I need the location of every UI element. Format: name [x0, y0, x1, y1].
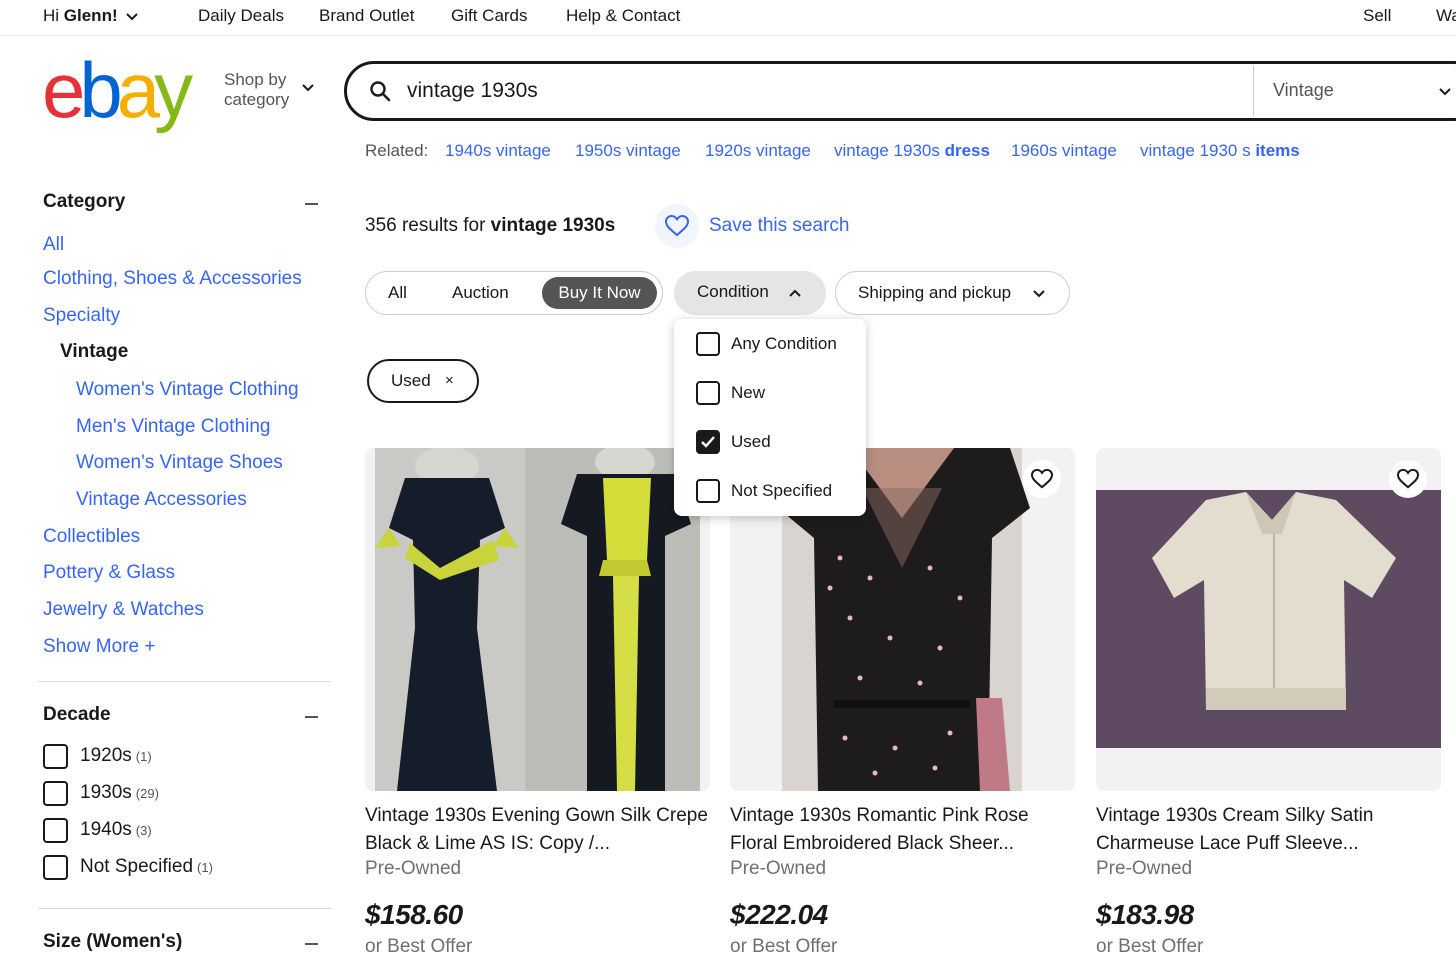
search-input[interactable]: vintage 1930s	[407, 79, 538, 103]
checkbox-checked[interactable]	[696, 430, 720, 454]
search-icon	[370, 81, 391, 102]
ebay-logo[interactable]: ebay	[42, 50, 193, 130]
listing-best-offer: or Best Offer	[730, 936, 838, 957]
subcategory-link[interactable]: Men's Vintage Clothing	[76, 416, 270, 438]
chevron-down-icon	[302, 84, 314, 92]
applied-filter-chip[interactable]: Used ×	[367, 359, 479, 403]
chevron-down-icon	[1033, 290, 1045, 298]
category-link[interactable]: Collectibles	[43, 526, 140, 548]
listing-price: $183.98	[1096, 899, 1194, 930]
format-all[interactable]: All	[388, 283, 407, 303]
blouse-photo	[1096, 490, 1441, 748]
format-buy-it-now[interactable]: Buy It Now	[542, 277, 657, 309]
collapse-decade-button[interactable]	[305, 716, 318, 718]
heart-icon	[665, 215, 689, 237]
related-link[interactable]: vintage 1930 s items	[1140, 141, 1300, 161]
chevron-down-icon	[1439, 88, 1451, 96]
close-icon[interactable]: ×	[445, 372, 454, 389]
category-heading: Category	[43, 191, 126, 212]
heart-icon	[1031, 469, 1053, 489]
listing-condition: Pre-Owned	[730, 858, 827, 879]
add-to-watchlist-button[interactable]	[1023, 460, 1061, 498]
dress-photo	[375, 448, 700, 791]
buying-format-toggle: All Auction Buy It Now	[365, 271, 663, 315]
listing-condition: Pre-Owned	[1096, 858, 1193, 879]
watchlist-link[interactable]: Wa	[1436, 6, 1456, 26]
subcategory-link[interactable]: Women's Vintage Clothing	[76, 379, 299, 401]
listing-image[interactable]	[1096, 448, 1441, 791]
related-link[interactable]: 1950s vintage	[575, 141, 681, 161]
listing-title[interactable]: Vintage 1930s Cream Silky Satin Charmeus…	[1096, 802, 1441, 858]
sidebar-divider	[38, 681, 331, 682]
sell-link[interactable]: Sell	[1363, 6, 1391, 26]
category-select[interactable]: Vintage	[1273, 80, 1334, 101]
search-bar[interactable]: vintage 1930s Vintage	[344, 61, 1456, 121]
listing-title[interactable]: Vintage 1930s Evening Gown Silk Crepe Bl…	[365, 802, 710, 858]
account-greeting[interactable]: Hi Glenn!	[43, 6, 139, 26]
listing-best-offer: or Best Offer	[365, 936, 473, 957]
results-count: 356 results for vintage 1930s	[365, 215, 616, 236]
listing-image[interactable]	[365, 448, 710, 791]
show-more-link[interactable]: Show More +	[43, 636, 155, 658]
help-contact-link[interactable]: Help & Contact	[566, 6, 680, 26]
condition-filter-button[interactable]: Condition	[674, 271, 826, 315]
brand-outlet-link[interactable]: Brand Outlet	[319, 6, 414, 26]
subcategory-link[interactable]: Vintage Accessories	[76, 489, 247, 511]
related-link[interactable]: 1960s vintage	[1011, 141, 1117, 161]
global-header-bar: Hi Glenn! Daily Deals Brand Outlet Gift …	[0, 0, 1456, 36]
checkbox[interactable]	[696, 381, 720, 405]
shop-by-line1: Shop by	[224, 70, 287, 89]
shipping-filter-button[interactable]: Shipping and pickup	[835, 271, 1070, 315]
checkbox[interactable]	[43, 781, 68, 806]
collapse-category-button[interactable]	[305, 203, 318, 205]
search-divider	[1253, 66, 1254, 116]
greeting-prefix: Hi	[43, 6, 64, 25]
shop-by-line2: category	[224, 90, 290, 109]
listing-price: $158.60	[365, 899, 463, 930]
sidebar-divider	[38, 908, 331, 909]
save-search-link[interactable]: Save this search	[709, 215, 849, 237]
category-specialty-link[interactable]: Specialty	[43, 305, 120, 327]
decade-heading: Decade	[43, 704, 111, 725]
listing-price: $222.04	[730, 899, 828, 930]
checkbox[interactable]	[43, 818, 68, 843]
category-current: Vintage	[60, 341, 129, 362]
subcategory-link[interactable]: Women's Vintage Shoes	[76, 452, 283, 474]
related-link[interactable]: 1920s vintage	[705, 141, 811, 161]
size-heading: Size (Women's)	[43, 931, 183, 952]
category-clothing-link[interactable]: Clothing, Shoes & Accessories	[43, 268, 302, 290]
category-link[interactable]: Jewelry & Watches	[43, 599, 204, 621]
condition-dropdown-menu: Any Condition New Used Not Specified	[674, 319, 866, 516]
checkbox[interactable]	[43, 855, 68, 880]
related-link[interactable]: vintage 1930s dress	[834, 141, 990, 161]
heart-icon	[1397, 469, 1419, 489]
format-auction[interactable]: Auction	[452, 283, 509, 303]
collapse-size-button[interactable]	[305, 943, 318, 945]
daily-deals-link[interactable]: Daily Deals	[198, 6, 284, 26]
listing-best-offer: or Best Offer	[1096, 936, 1204, 957]
listing-title[interactable]: Vintage 1930s Romantic Pink Rose Floral …	[730, 802, 1075, 858]
checkmark-icon	[701, 436, 715, 448]
shop-by-category-button[interactable]: Shop by category	[224, 70, 289, 110]
checkbox[interactable]	[43, 744, 68, 769]
related-label: Related:	[365, 141, 429, 160]
listing-condition: Pre-Owned	[365, 858, 462, 879]
related-link[interactable]: 1940s vintage	[445, 141, 551, 161]
gift-cards-link[interactable]: Gift Cards	[451, 6, 528, 26]
add-to-watchlist-button[interactable]	[1389, 460, 1427, 498]
greeting-name: Glenn!	[63, 6, 118, 25]
category-link[interactable]: Pottery & Glass	[43, 562, 175, 584]
save-search-heart-button[interactable]	[655, 204, 699, 248]
category-all-link[interactable]: All	[43, 234, 64, 256]
checkbox[interactable]	[696, 479, 720, 503]
chevron-down-icon	[126, 12, 139, 20]
checkbox[interactable]	[696, 332, 720, 356]
chevron-up-icon	[789, 289, 801, 297]
